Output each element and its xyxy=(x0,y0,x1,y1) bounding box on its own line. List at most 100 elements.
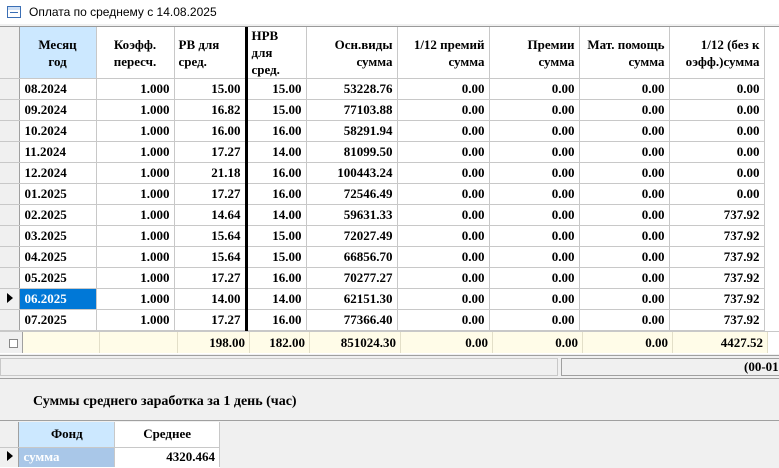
table-row[interactable]: 09.2024 1.000 16.82 15.00 77103.88 0.00 0.00 0.… xyxy=(0,99,765,121)
cell-month-year[interactable]: 07.2025 xyxy=(19,309,97,331)
cell-material-aid[interactable]: 0.00 xyxy=(579,309,670,331)
cell-rv[interactable]: 14.64 xyxy=(174,204,248,226)
cell-rv[interactable]: 17.27 xyxy=(174,183,248,205)
cell-coefficient[interactable]: 1.000 xyxy=(96,309,175,331)
cell-month-year[interactable]: 04.2025 xyxy=(19,246,97,268)
cell-material-aid[interactable]: 0.00 xyxy=(579,141,670,163)
cell-main-sum[interactable]: 66856.70 xyxy=(306,246,398,268)
col-header-rv[interactable]: РВ для сред. xyxy=(174,27,248,79)
cell-material-aid[interactable]: 0.00 xyxy=(579,120,670,142)
cell-rv[interactable]: 16.82 xyxy=(174,99,248,121)
cell-material-aid[interactable]: 0.00 xyxy=(579,225,670,247)
cell-rv[interactable]: 16.00 xyxy=(174,120,248,142)
cell-bonus-sum[interactable]: 0.00 xyxy=(489,183,580,205)
cell-coefficient[interactable]: 1.000 xyxy=(96,162,175,184)
cell-rv[interactable]: 21.18 xyxy=(174,162,248,184)
cell-twelfth-no-coef[interactable]: 737.92 xyxy=(669,267,765,289)
cell-main-sum[interactable]: 77103.88 xyxy=(306,99,398,121)
cell-main-sum[interactable]: 81099.50 xyxy=(306,141,398,163)
col-header-nrv[interactable]: НРВ для сред. xyxy=(246,27,307,79)
cell-month-year[interactable]: 09.2024 xyxy=(19,99,97,121)
cell-month-year[interactable]: 02.2025 xyxy=(19,204,97,226)
cell-material-aid[interactable]: 0.00 xyxy=(579,267,670,289)
cell-twelfth-no-coef[interactable]: 737.92 xyxy=(669,288,765,310)
cell-bonus-twelfth[interactable]: 0.00 xyxy=(397,204,490,226)
cell-coefficient[interactable]: 1.000 xyxy=(96,99,175,121)
cell-bonus-twelfth[interactable]: 0.00 xyxy=(397,141,490,163)
cell-coefficient[interactable]: 1.000 xyxy=(96,120,175,142)
table-row[interactable]: 05.2025 1.000 17.27 16.00 70277.27 0.00 0.00 0.… xyxy=(0,267,765,289)
col-header-main-sum[interactable]: Осн.виды сумма xyxy=(306,27,398,79)
cell-nrv[interactable]: 15.00 xyxy=(246,99,307,121)
row-indicator[interactable] xyxy=(0,267,20,289)
cell-coefficient[interactable]: 1.000 xyxy=(96,225,175,247)
cell-main-sum[interactable]: 77366.40 xyxy=(306,309,398,331)
cell-main-sum[interactable]: 72546.49 xyxy=(306,183,398,205)
cell-bonus-sum[interactable]: 0.00 xyxy=(489,141,580,163)
cell-bonus-twelfth[interactable]: 0.00 xyxy=(397,267,490,289)
cell-main-sum[interactable]: 70277.27 xyxy=(306,267,398,289)
cell-month-year[interactable]: 08.2024 xyxy=(19,78,97,100)
table-row[interactable]: 11.2024 1.000 17.27 14.00 81099.50 0.00 0.00 0.… xyxy=(0,141,765,163)
cell-rv[interactable]: 17.27 xyxy=(174,309,248,331)
cell-twelfth-no-coef[interactable]: 0.00 xyxy=(669,120,765,142)
cell-twelfth-no-coef[interactable]: 0.00 xyxy=(669,141,765,163)
cell-bonus-twelfth[interactable]: 0.00 xyxy=(397,288,490,310)
cell-fund[interactable]: сумма xyxy=(18,447,116,467)
cell-rv[interactable]: 15.00 xyxy=(174,78,248,100)
row-indicator[interactable] xyxy=(0,141,20,163)
cell-month-year[interactable]: 10.2024 xyxy=(19,120,97,142)
cell-coefficient[interactable]: 1.000 xyxy=(96,288,175,310)
cell-month-year[interactable]: 03.2025 xyxy=(19,225,97,247)
cell-material-aid[interactable]: 0.00 xyxy=(579,204,670,226)
cell-main-sum[interactable]: 100443.24 xyxy=(306,162,398,184)
cell-nrv[interactable]: 14.00 xyxy=(246,141,307,163)
cell-bonus-sum[interactable]: 0.00 xyxy=(489,99,580,121)
cell-twelfth-no-coef[interactable]: 0.00 xyxy=(669,78,765,100)
cell-month-year[interactable]: 06.2025 xyxy=(19,288,97,310)
cell-nrv[interactable]: 16.00 xyxy=(246,120,307,142)
col-header-twelfth-no-coef[interactable]: 1/12 (без к оэфф.)сумма xyxy=(669,27,765,79)
cell-rv[interactable]: 17.27 xyxy=(174,141,248,163)
cell-main-sum[interactable]: 62151.30 xyxy=(306,288,398,310)
table-row[interactable]: 07.2025 1.000 17.27 16.00 77366.40 0.00 0.00 0.… xyxy=(0,309,765,331)
row-indicator[interactable] xyxy=(0,183,20,205)
table-row[interactable]: 03.2025 1.000 15.64 15.00 72027.49 0.00 0.00 0.… xyxy=(0,225,765,247)
cell-coefficient[interactable]: 1.000 xyxy=(96,246,175,268)
cell-material-aid[interactable]: 0.00 xyxy=(579,78,670,100)
checkbox-icon[interactable] xyxy=(9,339,18,349)
cell-bonus-twelfth[interactable]: 0.00 xyxy=(397,99,490,121)
cell-coefficient[interactable]: 1.000 xyxy=(96,183,175,205)
col-header-month-year[interactable]: Месяц год xyxy=(19,27,97,79)
cell-month-year[interactable]: 12.2024 xyxy=(19,162,97,184)
cell-material-aid[interactable]: 0.00 xyxy=(579,162,670,184)
col-header-material-aid[interactable]: Мат. помощь сумма xyxy=(579,27,670,79)
cell-coefficient[interactable]: 1.000 xyxy=(96,204,175,226)
row-indicator[interactable] xyxy=(0,288,20,310)
row-indicator[interactable] xyxy=(0,99,20,121)
row-indicator[interactable] xyxy=(0,204,20,226)
cell-twelfth-no-coef[interactable]: 0.00 xyxy=(669,183,765,205)
cell-main-sum[interactable]: 58291.94 xyxy=(306,120,398,142)
cell-bonus-sum[interactable]: 0.00 xyxy=(489,246,580,268)
table-row[interactable]: сумма 4320.464 xyxy=(0,447,220,467)
cell-bonus-twelfth[interactable]: 0.00 xyxy=(397,78,490,100)
cell-bonus-sum[interactable]: 0.00 xyxy=(489,120,580,142)
cell-nrv[interactable]: 14.00 xyxy=(246,288,307,310)
cell-bonus-twelfth[interactable]: 0.00 xyxy=(397,183,490,205)
cell-material-aid[interactable]: 0.00 xyxy=(579,246,670,268)
cell-twelfth-no-coef[interactable]: 0.00 xyxy=(669,99,765,121)
cell-month-year[interactable]: 01.2025 xyxy=(19,183,97,205)
cell-twelfth-no-coef[interactable]: 737.92 xyxy=(669,309,765,331)
cell-coefficient[interactable]: 1.000 xyxy=(96,78,175,100)
cell-nrv[interactable]: 16.00 xyxy=(246,267,307,289)
cell-rv[interactable]: 14.00 xyxy=(174,288,248,310)
cell-bonus-sum[interactable]: 0.00 xyxy=(489,225,580,247)
table-row[interactable]: 08.2024 1.000 15.00 15.00 53228.76 0.00 0.00 0.… xyxy=(0,78,765,100)
cell-nrv[interactable]: 16.00 xyxy=(246,309,307,331)
cell-twelfth-no-coef[interactable]: 737.92 xyxy=(669,204,765,226)
row-indicator[interactable] xyxy=(0,225,20,247)
cell-twelfth-no-coef[interactable]: 0.00 xyxy=(669,162,765,184)
cell-material-aid[interactable]: 0.00 xyxy=(579,99,670,121)
cell-bonus-sum[interactable]: 0.00 xyxy=(489,162,580,184)
